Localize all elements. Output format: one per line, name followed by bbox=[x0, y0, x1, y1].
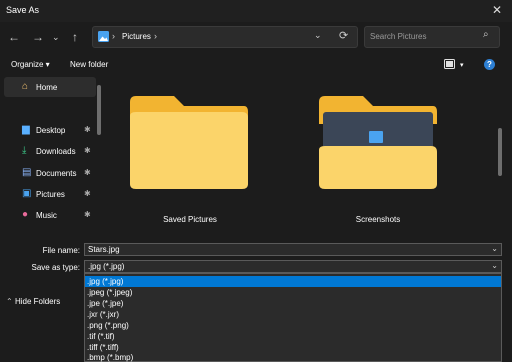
file-type-option[interactable]: .bmp (*.bmp) bbox=[85, 352, 501, 362]
music-icon: ● bbox=[22, 209, 29, 220]
pictures-icon: ▣ bbox=[22, 188, 32, 199]
breadcrumb-separator-icon: › bbox=[112, 31, 115, 41]
pin-icon[interactable]: ✱ bbox=[84, 125, 91, 134]
file-type-options-list: .jpg (*.jpg) .jpeg (*.jpeg) .jpe (*.jpe)… bbox=[84, 273, 502, 362]
view-dropdown-icon[interactable]: ▾ bbox=[460, 61, 464, 69]
desktop-icon: ▆ bbox=[22, 124, 30, 135]
pin-icon[interactable]: ✱ bbox=[84, 189, 91, 198]
save-as-type-select[interactable]: .jpg (*.jpg) ⌄ bbox=[84, 260, 502, 273]
sidebar-item-label: Music bbox=[36, 211, 57, 220]
sidebar-item-label: Home bbox=[36, 83, 58, 92]
window-title: Save As bbox=[6, 5, 40, 15]
folder-label[interactable]: Screenshots bbox=[318, 215, 438, 224]
sidebar-item-label: Pictures bbox=[36, 190, 65, 199]
back-arrow-icon[interactable]: ← bbox=[8, 30, 20, 44]
folder-screenshots-icon[interactable] bbox=[317, 94, 439, 190]
sidebar-item-music[interactable]: ● Music ✱ bbox=[0, 205, 96, 225]
file-type-option[interactable]: .jxr (*.jxr) bbox=[85, 309, 501, 320]
documents-icon: ▤ bbox=[22, 167, 32, 178]
file-type-option[interactable]: .jpg (*.jpg) bbox=[85, 276, 501, 287]
save-as-type-value: .jpg (*.jpg) bbox=[88, 262, 125, 271]
help-icon[interactable]: ? bbox=[484, 59, 495, 70]
sidebar-item-label: Desktop bbox=[36, 126, 66, 135]
sidebar-scrollbar[interactable] bbox=[97, 85, 101, 135]
sidebar-item-pictures[interactable]: ▣ Pictures ✱ bbox=[0, 184, 96, 204]
up-arrow-icon[interactable]: ↑ bbox=[72, 30, 78, 44]
organize-button[interactable]: Organize ▾ bbox=[11, 60, 50, 69]
file-name-value: Stars.jpg bbox=[88, 245, 120, 254]
save-as-type-label: Save as type: bbox=[31, 263, 80, 272]
file-name-field[interactable]: Stars.jpg ⌄ bbox=[84, 243, 502, 256]
breadcrumb-chevron-icon[interactable]: › bbox=[154, 31, 157, 41]
save-as-type-dropdown-icon[interactable]: ⌄ bbox=[491, 261, 498, 270]
content-scrollbar[interactable] bbox=[498, 128, 502, 176]
pin-icon[interactable]: ✱ bbox=[84, 146, 91, 155]
pictures-icon bbox=[98, 31, 109, 42]
new-folder-button[interactable]: New folder bbox=[70, 60, 108, 69]
pin-icon[interactable]: ✱ bbox=[84, 210, 91, 219]
file-type-option[interactable]: .tif (*.tif) bbox=[85, 331, 501, 342]
sidebar-item-label: Documents bbox=[36, 169, 77, 178]
file-name-dropdown-icon[interactable]: ⌄ bbox=[491, 244, 498, 253]
file-type-option[interactable]: .png (*.png) bbox=[85, 320, 501, 331]
sidebar-item-documents[interactable]: ▤ Documents ✱ bbox=[0, 163, 96, 183]
folder-saved-pictures-icon[interactable] bbox=[128, 94, 250, 190]
search-input[interactable]: Search Pictures bbox=[370, 32, 426, 41]
chevron-up-icon: ⌃ bbox=[6, 297, 13, 306]
download-icon: ⤓ bbox=[22, 145, 27, 156]
close-icon[interactable]: ✕ bbox=[492, 3, 502, 17]
recent-locations-chevron-icon[interactable]: ⌄ bbox=[52, 32, 60, 43]
hide-folders-label: Hide Folders bbox=[14, 297, 61, 306]
folder-label[interactable]: Saved Pictures bbox=[130, 215, 250, 224]
pin-icon[interactable]: ✱ bbox=[84, 168, 91, 177]
breadcrumb-pictures[interactable]: Pictures bbox=[122, 32, 151, 41]
forward-arrow-icon[interactable]: → bbox=[32, 30, 44, 44]
sidebar-item-desktop[interactable]: ▆ Desktop ✱ bbox=[0, 120, 96, 140]
sidebar-item-label: Downloads bbox=[36, 147, 76, 156]
file-name-label: File name: bbox=[42, 246, 80, 255]
search-icon: ⌕ bbox=[483, 29, 489, 40]
file-type-option[interactable]: .jpeg (*.jpeg) bbox=[85, 287, 501, 298]
sidebar-item-home[interactable]: ⌂ Home bbox=[4, 77, 96, 97]
address-dropdown-icon[interactable]: ⌄ bbox=[314, 30, 322, 41]
title-bar: Save As ✕ bbox=[0, 0, 512, 22]
view-icon[interactable] bbox=[444, 59, 455, 69]
hide-folders-button[interactable]: ⌃ Hide Folders bbox=[6, 297, 60, 306]
file-type-option[interactable]: .jpe (*.jpe) bbox=[85, 298, 501, 309]
sidebar-item-downloads[interactable]: ⤓ Downloads ✱ bbox=[0, 141, 96, 161]
home-icon: ⌂ bbox=[22, 81, 29, 92]
refresh-icon[interactable]: ⟳ bbox=[339, 29, 348, 42]
